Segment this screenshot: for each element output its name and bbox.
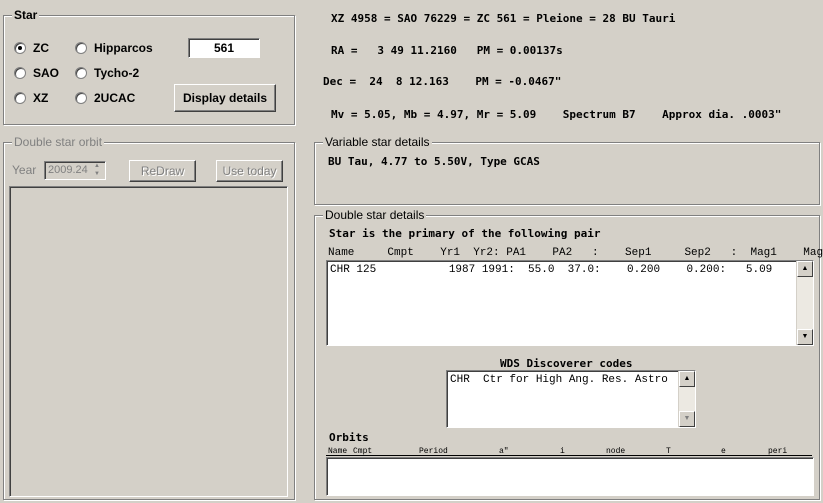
pair-columns-header: Name Cmpt Yr1 Yr2: PA1 PA2 : Sep1 Sep2 :… [328,247,823,259]
radio-hipparcos[interactable]: Hipparcos [75,40,153,56]
radio-2ucac-button[interactable] [75,92,87,104]
magnitudes-spectrum: Mv = 5.05, Mb = 4.97, Mr = 5.09 Spectrum… [331,108,782,121]
use-today-button[interactable]: Use today [216,160,283,182]
list-item[interactable]: CHR Ctr for High Ang. Res. Astro [450,374,676,387]
radio-tycho2[interactable]: Tycho-2 [75,65,139,81]
radio-xz[interactable]: XZ [14,90,48,106]
scroll-down-icon[interactable]: ▼ [679,411,695,427]
radio-tycho2-button[interactable] [75,67,87,79]
radio-sao-label: SAO [33,66,60,80]
radio-hipparcos-label: Hipparcos [94,41,153,55]
year-label: Year [12,163,37,177]
orbit-plot-area [9,186,288,497]
orbit-group-title: Double star orbit [12,135,105,149]
year-value: 2009.24 [48,164,88,176]
scroll-down-icon[interactable]: ▼ [797,329,813,345]
pair-heading: Star is the primary of the following pai… [329,227,601,240]
wds-listbox[interactable]: CHR Ctr for High Ang. Res. Astro ▲ ▼ [446,370,696,428]
wds-heading: WDS Discoverer codes [500,357,633,370]
star-number-input[interactable] [188,38,260,58]
double-star-title: Double star details [323,208,427,222]
variable-star-text: BU Tau, 4.77 to 5.50V, Type GCAS [328,155,540,168]
scroll-up-icon[interactable]: ▲ [797,261,813,277]
star-identifiers: XZ 4958 = SAO 76229 = ZC 561 = Pleione =… [331,12,676,25]
spin-up-icon[interactable]: ▲ [90,163,104,170]
star-group: Star ZC Hipparcos SAO Tycho-2 XZ 2UCAC D… [3,8,295,125]
radio-zc-label: ZC [33,41,49,55]
spin-down-icon[interactable]: ▼ [90,171,104,178]
orbits-listbox[interactable] [326,457,814,496]
redraw-button[interactable]: ReDraw [129,160,196,182]
declination: Dec = 24 8 12.163 PM = -0.0467" [323,75,562,88]
radio-2ucac-label: 2UCAC [94,91,136,105]
radio-tycho2-label: Tycho-2 [94,66,140,80]
pair-listbox[interactable]: CHR 125 1987 1991: 55.0 37.0: 0.200 0.20… [326,260,814,346]
radio-sao-button[interactable] [14,67,26,79]
radio-2ucac[interactable]: 2UCAC [75,90,135,106]
radio-xz-button[interactable] [14,92,26,104]
orbit-group: Double star orbit Year 2009.24 ▲ ▼ ReDra… [3,135,295,500]
pair-scrollbar[interactable]: ▲ ▼ [796,261,813,345]
display-details-button[interactable]: Display details [174,84,276,112]
radio-xz-label: XZ [33,91,49,105]
radio-zc-button[interactable] [14,42,26,54]
table-row[interactable]: CHR 125 1987 1991: 55.0 37.0: 0.200 0.20… [330,264,772,277]
variable-star-title: Variable star details [323,135,432,149]
year-spinbox[interactable]: 2009.24 ▲ ▼ [44,161,106,180]
variable-star-group: Variable star details BU Tau, 4.77 to 5.… [314,135,820,205]
radio-hipparcos-button[interactable] [75,42,87,54]
orbits-heading: Orbits [329,431,369,444]
double-star-group: Double star details Star is the primary … [314,208,823,500]
star-group-title: Star [12,8,40,22]
radio-zc[interactable]: ZC [14,40,49,56]
scroll-up-icon[interactable]: ▲ [679,371,695,387]
right-ascension: RA = 3 49 11.2160 PM = 0.00137s [331,44,563,57]
orbits-divider [326,455,812,456]
wds-scrollbar[interactable]: ▲ ▼ [678,371,695,427]
radio-sao[interactable]: SAO [14,65,59,81]
